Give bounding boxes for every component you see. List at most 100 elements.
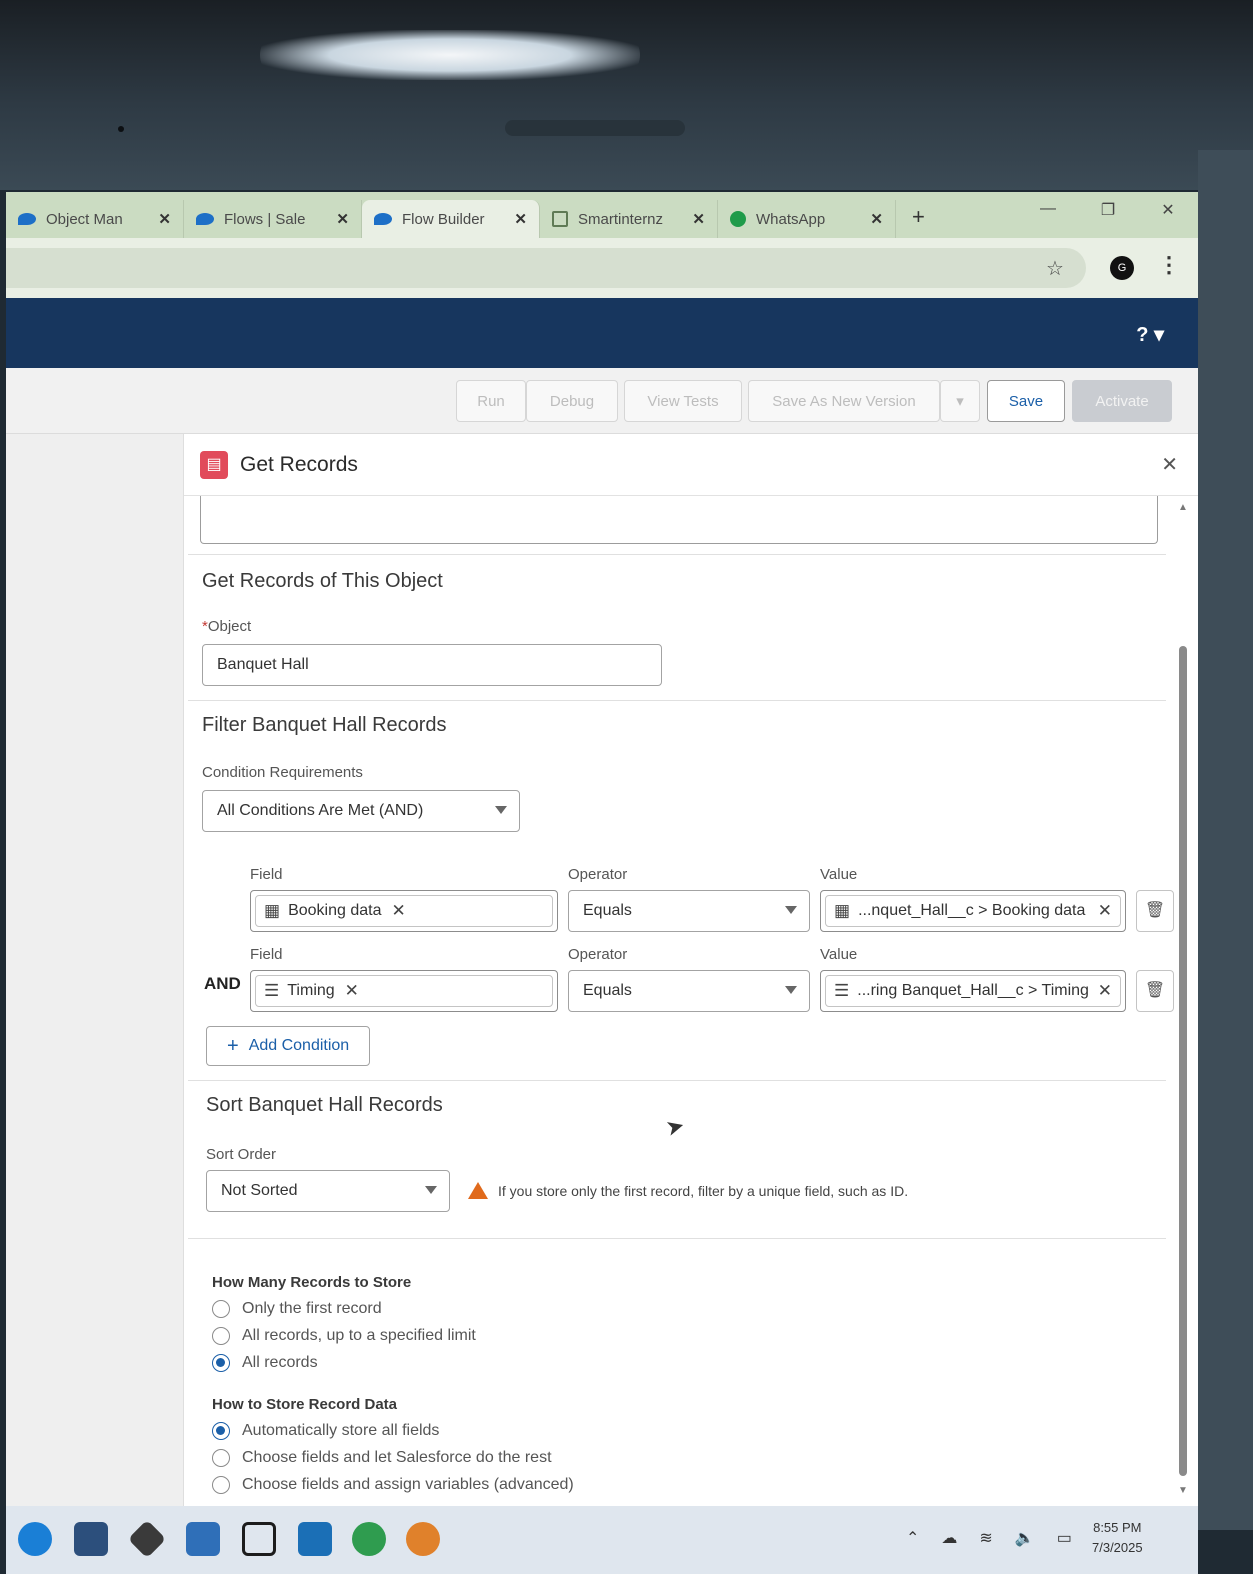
radio-button[interactable] [212, 1422, 230, 1440]
chevron-down-icon [785, 906, 797, 914]
tab-flows[interactable]: Flows | Sale ✕ [184, 200, 362, 238]
salesforce-cloud-icon [196, 213, 214, 225]
radio-choose-fields[interactable]: Choose fields and let Salesforce do the … [212, 1449, 552, 1467]
close-icon[interactable]: ✕ [870, 210, 883, 228]
chrome-icon[interactable] [352, 1522, 386, 1556]
picklist-icon: ☰ [264, 981, 280, 1000]
close-icon[interactable]: ✕ [336, 210, 349, 228]
value-label: Value [820, 946, 858, 963]
scroll-down-icon[interactable]: ▼ [1178, 1485, 1188, 1496]
field-combobox[interactable]: ▦ Booking data ✕ [250, 890, 558, 932]
radio-all-records[interactable]: All records [212, 1354, 318, 1372]
field-pill[interactable]: ☰ Timing ✕ [255, 975, 553, 1007]
radio-auto-store[interactable]: Automatically store all fields [212, 1422, 439, 1440]
value-pill-label: ...nquet_Hall__c > Booking data [858, 902, 1086, 919]
chrome-profile-icon[interactable] [406, 1522, 440, 1556]
operator-label: Operator [568, 866, 628, 883]
remove-pill-icon[interactable]: ✕ [391, 901, 405, 921]
help-menu[interactable]: ? ▾ [1136, 322, 1164, 347]
app-cube-icon[interactable] [127, 1519, 167, 1559]
radio-label: Only the first record [242, 1300, 382, 1317]
radio-button[interactable] [212, 1300, 230, 1318]
laptop-screen: Object Man ✕ Flows | Sale ✕ Flow Builder… [6, 192, 1198, 1506]
value-combobox[interactable]: ☰ ...ring Banquet_Hall__c > Timing ✕ [820, 970, 1126, 1012]
xbox-icon[interactable] [242, 1522, 276, 1556]
profile-avatar[interactable]: G [1110, 256, 1134, 280]
chevron-down-icon [495, 806, 507, 814]
panel-title: Get Records [240, 452, 358, 476]
panel-scrollbar[interactable]: ▲ ▼ [1178, 496, 1188, 1496]
battery-icon[interactable]: ▭ [1057, 1528, 1072, 1548]
field-combobox[interactable]: ☰ Timing ✕ [250, 970, 558, 1012]
chevron-up-icon[interactable]: ⌃ [906, 1528, 919, 1548]
value-combobox[interactable]: ▦ ...nquet_Hall__c > Booking data ✕ [820, 890, 1126, 932]
remove-pill-icon[interactable]: ✕ [1098, 981, 1112, 1001]
value-pill-label: ...ring Banquet_Hall__c > Timing [857, 982, 1088, 999]
minimize-icon[interactable]: — [1018, 200, 1078, 220]
tab-title: Flows | Sale [224, 210, 306, 228]
radio-choose-assign[interactable]: Choose fields and assign variables (adva… [212, 1476, 574, 1494]
debug-button[interactable]: Debug [526, 380, 618, 422]
restore-icon[interactable]: ❐ [1078, 200, 1138, 220]
radio-up-to-limit[interactable]: All records, up to a specified limit [212, 1327, 476, 1345]
divider [188, 700, 1166, 701]
activate-button[interactable]: Activate [1072, 380, 1172, 422]
address-input[interactable] [6, 248, 1086, 288]
tab-object-manager[interactable]: Object Man ✕ [6, 200, 184, 238]
save-as-new-version-button[interactable]: Save As New Version [748, 380, 940, 422]
operator-select[interactable]: Equals [568, 890, 810, 932]
condition-requirements-label: Condition Requirements [202, 764, 363, 781]
store-icon[interactable] [74, 1522, 108, 1556]
browser-menu-icon[interactable]: ⋮ [1158, 252, 1180, 278]
radio-button[interactable] [212, 1449, 230, 1467]
salesforce-cloud-icon [374, 213, 392, 225]
mouse-cursor-icon: ➤ [662, 1112, 688, 1141]
calendar-icon: ▦ [834, 901, 851, 920]
scroll-up-icon[interactable]: ▲ [1178, 502, 1188, 513]
close-window-icon[interactable]: ✕ [1138, 200, 1198, 220]
radio-button[interactable] [212, 1327, 230, 1345]
description-textarea[interactable] [200, 496, 1158, 544]
save-dropdown-chevron-icon[interactable]: ▾ [940, 380, 980, 422]
close-icon[interactable]: ✕ [692, 210, 705, 228]
radio-button[interactable] [212, 1354, 230, 1372]
vs-app-icon[interactable] [186, 1522, 220, 1556]
wifi-icon[interactable]: ≋ [979, 1528, 992, 1548]
chevron-down-icon [425, 1186, 437, 1194]
add-condition-button[interactable]: + Add Condition [206, 1026, 371, 1066]
outlook-icon[interactable] [298, 1522, 332, 1556]
run-button[interactable]: Run [456, 380, 526, 422]
volume-icon[interactable]: 🔈 [1015, 1528, 1035, 1548]
edge-icon[interactable] [18, 1522, 52, 1556]
condition-requirements-select[interactable]: All Conditions Are Met (AND) [202, 790, 520, 832]
tab-whatsapp[interactable]: WhatsApp ✕ [718, 200, 896, 238]
delete-condition-icon[interactable]: 🗑 [1136, 970, 1174, 1012]
delete-condition-icon[interactable]: 🗑 [1136, 890, 1174, 932]
new-tab-button[interactable]: + [896, 204, 941, 238]
field-pill[interactable]: ▦ Booking data ✕ [255, 895, 553, 927]
cloud-off-icon[interactable]: ☁ [941, 1528, 957, 1548]
view-tests-button[interactable]: View Tests [624, 380, 742, 422]
close-icon[interactable]: ✕ [1161, 452, 1178, 477]
sort-order-select[interactable]: Not Sorted [206, 1170, 450, 1212]
tab-flow-builder[interactable]: Flow Builder ✕ [362, 200, 540, 238]
object-input[interactable]: Banquet Hall [202, 644, 662, 686]
field-pill-label: Timing [287, 982, 335, 999]
operator-select[interactable]: Equals [568, 970, 810, 1012]
plus-icon: + [227, 1034, 239, 1057]
scroll-thumb[interactable] [1179, 646, 1187, 1476]
bookmark-star-icon[interactable]: ☆ [1046, 256, 1064, 281]
taskbar-clock[interactable]: 8:55 PM 7/3/2025 [1092, 1518, 1143, 1558]
save-button[interactable]: Save [987, 380, 1065, 422]
remove-pill-icon[interactable]: ✕ [345, 981, 359, 1001]
value-pill[interactable]: ▦ ...nquet_Hall__c > Booking data ✕ [825, 895, 1121, 927]
radio-only-first[interactable]: Only the first record [212, 1300, 382, 1318]
radio-button[interactable] [212, 1476, 230, 1494]
close-icon[interactable]: ✕ [514, 210, 527, 228]
sort-warning-text: If you store only the first record, filt… [498, 1182, 909, 1199]
flow-canvas[interactable] [6, 434, 184, 1506]
remove-pill-icon[interactable]: ✕ [1098, 901, 1112, 921]
close-icon[interactable]: ✕ [158, 210, 171, 228]
value-pill[interactable]: ☰ ...ring Banquet_Hall__c > Timing ✕ [825, 975, 1121, 1007]
tab-smartinternz[interactable]: Smartinternz ✕ [540, 200, 718, 238]
